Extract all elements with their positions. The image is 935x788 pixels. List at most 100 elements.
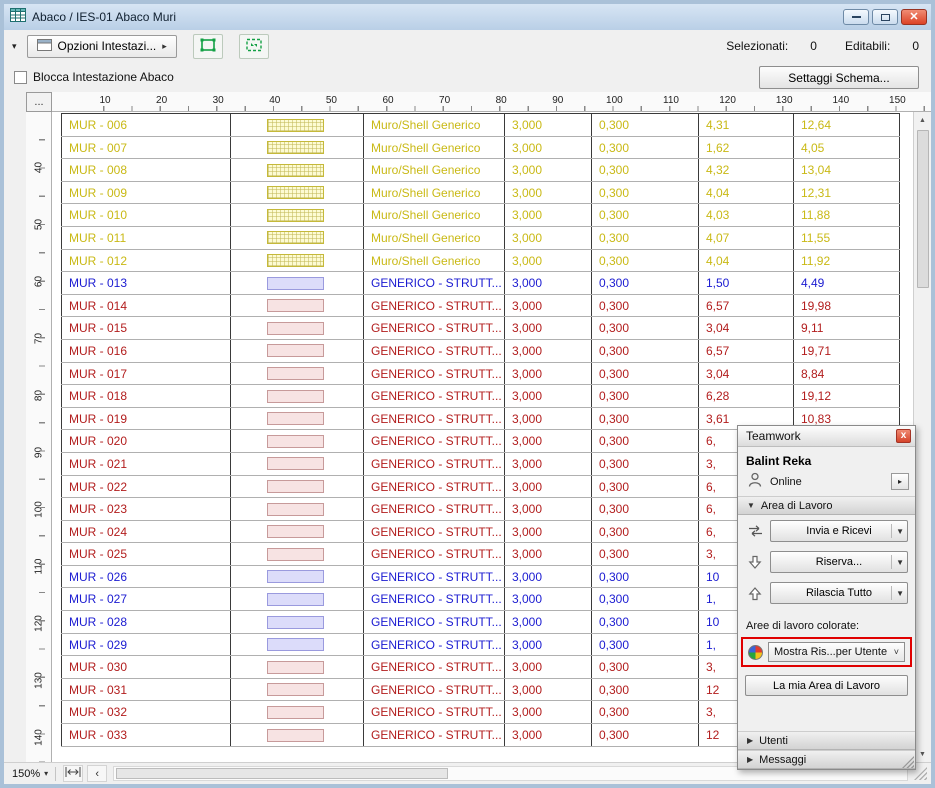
value-cell[interactable]: 0,300 <box>592 137 699 159</box>
table-row[interactable]: MUR - 012Muro/Shell Generico3,0000,3004,… <box>61 250 900 273</box>
value-cell[interactable]: 11,55 <box>794 227 900 249</box>
wall-type-cell[interactable]: GENERICO - STRUTT... <box>364 543 505 565</box>
my-workspace-button[interactable]: La mia Area di Lavoro <box>745 675 908 696</box>
value-cell[interactable]: 0,300 <box>592 611 699 633</box>
wall-type-cell[interactable]: GENERICO - STRUTT... <box>364 476 505 498</box>
value-cell[interactable]: 3,000 <box>505 385 592 407</box>
value-cell[interactable]: 3,000 <box>505 114 592 136</box>
wall-type-cell[interactable]: GENERICO - STRUTT... <box>364 701 505 723</box>
wall-name-cell[interactable]: MUR - 009 <box>61 182 231 204</box>
value-cell[interactable]: 0,300 <box>592 566 699 588</box>
value-cell[interactable]: 3,000 <box>505 182 592 204</box>
value-cell[interactable]: 19,98 <box>794 295 900 317</box>
wall-type-cell[interactable]: Muro/Shell Generico <box>364 114 505 136</box>
value-cell[interactable]: 0,300 <box>592 588 699 610</box>
swatch-cell[interactable] <box>231 340 364 362</box>
value-cell[interactable]: 3,000 <box>505 408 592 430</box>
value-cell[interactable]: 0,300 <box>592 317 699 339</box>
value-cell[interactable]: 6,57 <box>699 295 794 317</box>
value-cell[interactable]: 0,300 <box>592 476 699 498</box>
swatch-cell[interactable] <box>231 498 364 520</box>
wall-name-cell[interactable]: MUR - 019 <box>61 408 231 430</box>
table-row[interactable]: MUR - 018GENERICO - STRUTT...3,0000,3006… <box>61 385 900 408</box>
value-cell[interactable]: 3,000 <box>505 295 592 317</box>
value-cell[interactable]: 0,300 <box>592 204 699 226</box>
wall-name-cell[interactable]: MUR - 020 <box>61 430 231 452</box>
wall-name-cell[interactable]: MUR - 029 <box>61 634 231 656</box>
swatch-cell[interactable] <box>231 317 364 339</box>
toolbar-flyout-caret-icon[interactable]: ▾ <box>12 41 17 52</box>
value-cell[interactable]: 3,000 <box>505 453 592 475</box>
wall-type-cell[interactable]: GENERICO - STRUTT... <box>364 385 505 407</box>
swatch-cell[interactable] <box>231 588 364 610</box>
wall-type-cell[interactable]: GENERICO - STRUTT... <box>364 634 505 656</box>
value-cell[interactable]: 3,000 <box>505 204 592 226</box>
value-cell[interactable]: 3,000 <box>505 159 592 181</box>
swatch-cell[interactable] <box>231 204 364 226</box>
wall-name-cell[interactable]: MUR - 022 <box>61 476 231 498</box>
status-expand-button[interactable]: ▸ <box>891 473 909 490</box>
value-cell[interactable]: 0,300 <box>592 701 699 723</box>
table-row[interactable]: MUR - 013GENERICO - STRUTT...3,0000,3001… <box>61 272 900 295</box>
swatch-cell[interactable] <box>231 724 364 746</box>
wall-type-cell[interactable]: GENERICO - STRUTT... <box>364 724 505 746</box>
header-options-button[interactable]: Opzioni Intestazi... ▸ <box>27 35 177 58</box>
value-cell[interactable]: 11,88 <box>794 204 900 226</box>
vertical-scrollbar-thumb[interactable] <box>917 130 929 288</box>
value-cell[interactable]: 0,300 <box>592 430 699 452</box>
show-reservations-dropdown[interactable]: Mostra Ris...per Utente ˅ <box>768 642 905 662</box>
swatch-cell[interactable] <box>231 272 364 294</box>
lock-header-checkbox[interactable] <box>14 71 27 84</box>
value-cell[interactable]: 3,000 <box>505 137 592 159</box>
wall-type-cell[interactable]: GENERICO - STRUTT... <box>364 498 505 520</box>
wall-type-cell[interactable]: Muro/Shell Generico <box>364 137 505 159</box>
uniform-size-button[interactable] <box>193 34 223 59</box>
value-cell[interactable]: 3,000 <box>505 543 592 565</box>
value-cell[interactable]: 0,300 <box>592 543 699 565</box>
wall-type-cell[interactable]: Muro/Shell Generico <box>364 159 505 181</box>
wall-name-cell[interactable]: MUR - 006 <box>61 114 231 136</box>
swatch-cell[interactable] <box>231 295 364 317</box>
release-all-button[interactable]: Rilascia Tutto ▼ <box>770 582 908 604</box>
value-cell[interactable]: 0,300 <box>592 498 699 520</box>
section-utenti[interactable]: ▶ Utenti <box>738 731 915 750</box>
wall-type-cell[interactable]: Muro/Shell Generico <box>364 182 505 204</box>
wall-type-cell[interactable]: GENERICO - STRUTT... <box>364 272 505 294</box>
reserve-button[interactable]: Riserva... ▼ <box>770 551 908 573</box>
value-cell[interactable]: 4,03 <box>699 204 794 226</box>
table-row[interactable]: MUR - 010Muro/Shell Generico3,0000,3004,… <box>61 204 900 227</box>
value-cell[interactable]: 3,000 <box>505 521 592 543</box>
value-cell[interactable]: 0,300 <box>592 227 699 249</box>
swatch-cell[interactable] <box>231 611 364 633</box>
value-cell[interactable]: 0,300 <box>592 521 699 543</box>
value-cell[interactable]: 6,57 <box>699 340 794 362</box>
value-cell[interactable]: 1,50 <box>699 272 794 294</box>
close-button[interactable]: ✕ <box>901 9 927 25</box>
schema-settings-button[interactable]: Settaggi Schema... <box>759 66 919 89</box>
wall-name-cell[interactable]: MUR - 025 <box>61 543 231 565</box>
wall-name-cell[interactable]: MUR - 021 <box>61 453 231 475</box>
value-cell[interactable]: 12,64 <box>794 114 900 136</box>
table-row[interactable]: MUR - 017GENERICO - STRUTT...3,0000,3003… <box>61 363 900 386</box>
swatch-cell[interactable] <box>231 250 364 272</box>
swatch-cell[interactable] <box>231 137 364 159</box>
value-cell[interactable]: 12,31 <box>794 182 900 204</box>
value-cell[interactable]: 3,000 <box>505 340 592 362</box>
wall-name-cell[interactable]: MUR - 010 <box>61 204 231 226</box>
value-cell[interactable]: 0,300 <box>592 114 699 136</box>
wall-type-cell[interactable]: GENERICO - STRUTT... <box>364 317 505 339</box>
value-cell[interactable]: 3,04 <box>699 363 794 385</box>
value-cell[interactable]: 9,11 <box>794 317 900 339</box>
value-cell[interactable]: 1,62 <box>699 137 794 159</box>
value-cell[interactable]: 0,300 <box>592 656 699 678</box>
wall-name-cell[interactable]: MUR - 033 <box>61 724 231 746</box>
swatch-cell[interactable] <box>231 543 364 565</box>
swatch-cell[interactable] <box>231 363 364 385</box>
section-messaggi[interactable]: ▶ Messaggi <box>738 750 915 769</box>
wall-name-cell[interactable]: MUR - 024 <box>61 521 231 543</box>
swatch-cell[interactable] <box>231 182 364 204</box>
value-cell[interactable]: 0,300 <box>592 453 699 475</box>
value-cell[interactable]: 3,04 <box>699 317 794 339</box>
value-cell[interactable]: 3,000 <box>505 476 592 498</box>
wall-type-cell[interactable]: GENERICO - STRUTT... <box>364 408 505 430</box>
